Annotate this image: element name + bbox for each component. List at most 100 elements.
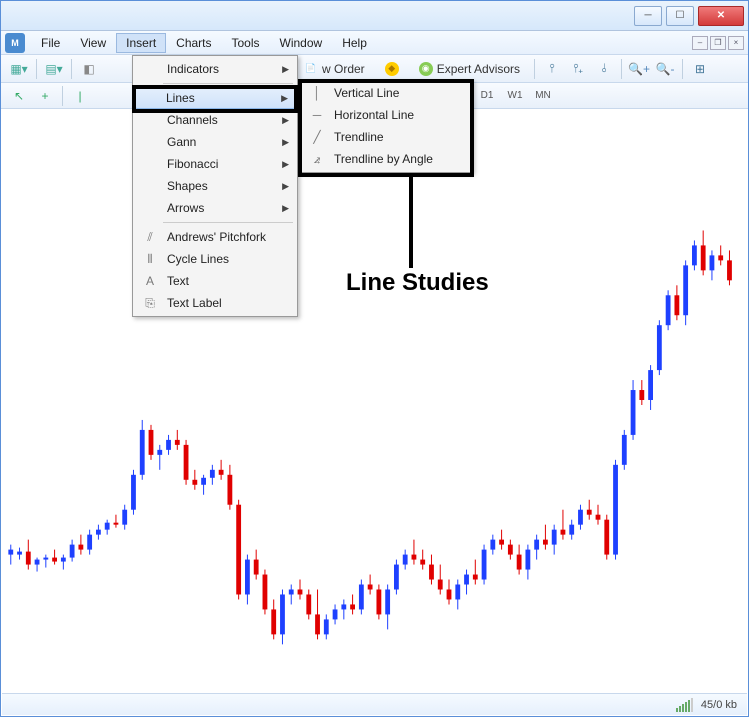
submenu-arrow-icon: ▶: [282, 64, 289, 75]
submenu-arrow-icon: ▶: [282, 203, 289, 214]
vline-icon[interactable]: |: [68, 85, 92, 107]
lines-submenu: │Vertical Line─ Horizontal Line ╱ Trendline…: [299, 79, 473, 173]
zoom-out-icon[interactable]: 🔍-: [653, 58, 677, 80]
mdi-close[interactable]: ×: [728, 36, 744, 50]
submenu-arrow-icon: ▶: [282, 181, 289, 192]
menu-item-label: Cycle Lines: [167, 252, 229, 266]
maximize-button[interactable]: ☐: [666, 6, 694, 26]
titlebar: ─ ☐ ✕: [1, 1, 748, 31]
submenu-item-trendline-by-angle[interactable]: ⦨Trendline by Angle: [302, 148, 470, 170]
submenu-item-horizontal-line[interactable]: ─ Horizontal Line: [302, 104, 470, 126]
menu-item-label: Gann: [167, 135, 196, 149]
zoom-in-icon[interactable]: 🔍+: [627, 58, 651, 80]
menu-item-gann[interactable]: Gann ▶: [135, 131, 295, 153]
blank-icon: [139, 109, 161, 131]
menu-separator: [163, 222, 293, 223]
tf-w1[interactable]: W1: [502, 86, 528, 106]
indicator-list-icon[interactable]: ⫯: [540, 58, 564, 80]
menu-item-label: Indicators: [167, 62, 219, 76]
menu-item-label: Text Label: [167, 296, 222, 310]
app-window: ─ ☐ ✕ M File View Insert Charts Tools Wi…: [0, 0, 749, 717]
callout-label: Line Studies: [346, 269, 489, 297]
pitchfork-icon: ⫽: [139, 226, 161, 248]
separator: [62, 86, 63, 106]
minimize-button[interactable]: ─: [634, 6, 662, 26]
submenu-arrow-icon: ▶: [282, 159, 289, 170]
new-order-button[interactable]: 📄 w Order: [295, 58, 374, 80]
expert-advisors-button[interactable]: ◉ Expert Advisors: [410, 58, 529, 80]
chart-area[interactable]: [2, 110, 747, 692]
new-order-label: w Order: [322, 62, 365, 76]
textlabel-icon: ⎘: [139, 292, 161, 314]
crosshair-icon[interactable]: +: [33, 85, 57, 107]
menu-item-text[interactable]: AText: [135, 270, 295, 292]
menu-window[interactable]: Window: [270, 33, 333, 53]
separator: [682, 59, 683, 79]
status-kb: 45/0 kb: [701, 699, 737, 711]
submenu-item-vertical-line[interactable]: │Vertical Line: [302, 82, 470, 104]
submenu-arrow-icon: ▶: [281, 93, 288, 104]
blank-icon: [139, 153, 161, 175]
submenu-item-label: Trendline by Angle: [334, 152, 433, 166]
menu-insert[interactable]: Insert: [116, 33, 166, 53]
submenu-arrow-icon: ▶: [282, 137, 289, 148]
submenu-item-label: Horizontal Line: [334, 108, 414, 122]
mdi-minimize[interactable]: –: [692, 36, 708, 50]
menu-item-label: Fibonacci: [167, 157, 218, 171]
blank-icon: [139, 58, 161, 80]
templates-icon[interactable]: ⫰: [592, 58, 616, 80]
mdi-controls: – ❐ ×: [692, 36, 744, 50]
new-chart-icon[interactable]: ▦▾: [7, 58, 31, 80]
submenu-item-label: Trendline: [334, 130, 384, 144]
expert-icon: ◉: [419, 62, 433, 76]
blank-icon: [139, 87, 161, 109]
submenu-arrow-icon: ▶: [282, 115, 289, 126]
menu-charts[interactable]: Charts: [166, 33, 221, 53]
cursor-icon[interactable]: ↖: [7, 85, 31, 107]
statusbar: 45/0 kb: [2, 693, 747, 715]
menubar: M File View Insert Charts Tools Window H…: [1, 31, 748, 55]
connection-bars-icon: [676, 698, 693, 712]
hline-icon: ─: [306, 104, 328, 126]
menu-item-shapes[interactable]: Shapes ▶: [135, 175, 295, 197]
submenu-item-trendline[interactable]: ╱ Trendline: [302, 126, 470, 148]
blank-icon: [139, 175, 161, 197]
market-watch-icon[interactable]: ◧: [77, 58, 101, 80]
trend-icon: ╱: [306, 126, 328, 148]
menu-item-text-label[interactable]: ⎘ Text Label: [135, 292, 295, 314]
profiles-icon[interactable]: ▤▾: [42, 58, 66, 80]
menu-item-label: Shapes: [167, 179, 208, 193]
blank-icon: [139, 197, 161, 219]
order-icon: 📄: [304, 62, 318, 76]
diamond-icon: ◆: [385, 62, 399, 76]
insert-dropdown: Indicators▶Lines▶Channels▶Gann▶Fibonacci…: [132, 55, 298, 317]
menu-item-label: Lines: [166, 91, 195, 105]
app-icon: M: [5, 33, 25, 53]
menu-help[interactable]: Help: [332, 33, 377, 53]
menu-item-fibonacci[interactable]: Fibonacci ▶: [135, 153, 295, 175]
close-button[interactable]: ✕: [698, 6, 744, 26]
menu-file[interactable]: File: [31, 33, 70, 53]
chart-type-icon[interactable]: ⊞: [688, 58, 712, 80]
menu-view[interactable]: View: [70, 33, 116, 53]
autotrade-button[interactable]: ◆: [376, 58, 408, 80]
menu-item-andrews-pitchfork[interactable]: ⫽ Andrews' Pitchfork: [135, 226, 295, 248]
menu-item-arrows[interactable]: Arrows ▶: [135, 197, 295, 219]
separator: [36, 59, 37, 79]
menu-item-cycle-lines[interactable]: ⦀ Cycle Lines: [135, 248, 295, 270]
candlestick-chart: [2, 110, 747, 692]
tf-mn[interactable]: MN: [530, 86, 556, 106]
menu-item-label: Text: [167, 274, 189, 288]
menu-item-indicators[interactable]: Indicators ▶: [135, 58, 295, 80]
cycle-icon: ⦀: [139, 248, 161, 270]
menu-item-channels[interactable]: Channels▶: [135, 109, 295, 131]
periodicity-icon[interactable]: ⫯₊: [566, 58, 590, 80]
menu-item-label: Andrews' Pitchfork: [167, 230, 266, 244]
menu-tools[interactable]: Tools: [222, 33, 270, 53]
tf-d1[interactable]: D1: [474, 86, 500, 106]
menu-item-lines[interactable]: Lines ▶: [135, 87, 295, 109]
expert-advisors-label: Expert Advisors: [437, 62, 520, 76]
blank-icon: [139, 131, 161, 153]
menu-item-label: Arrows: [167, 201, 204, 215]
mdi-restore[interactable]: ❐: [710, 36, 726, 50]
